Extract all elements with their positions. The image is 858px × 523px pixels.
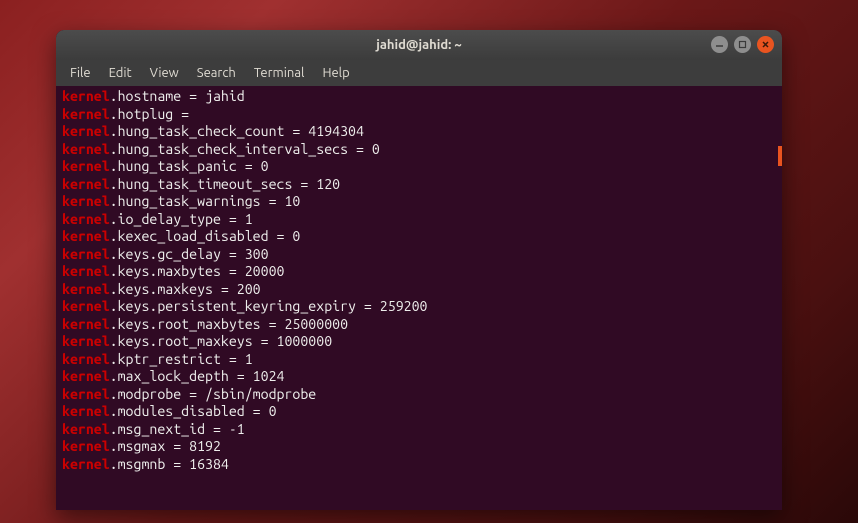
output-line: kernel.keys.maxbytes = 20000 [62, 263, 776, 281]
menu-view[interactable]: View [142, 63, 187, 83]
terminal-output[interactable]: kernel.hostname = jahidkernel.hotplug = … [56, 86, 782, 510]
sysctl-value: .keys.root_maxkeys = 1000000 [110, 333, 332, 349]
sysctl-value: .keys.maxkeys = 200 [110, 281, 261, 297]
menu-terminal[interactable]: Terminal [246, 63, 313, 83]
output-line: kernel.io_delay_type = 1 [62, 211, 776, 229]
sysctl-value: .msg_next_id = -1 [110, 421, 245, 437]
output-line: kernel.kptr_restrict = 1 [62, 351, 776, 369]
sysctl-value: .hostname = jahid [110, 88, 245, 104]
sysctl-value: .modules_disabled = 0 [110, 403, 277, 419]
output-line: kernel.keys.root_maxkeys = 1000000 [62, 333, 776, 351]
output-line: kernel.hung_task_panic = 0 [62, 158, 776, 176]
sysctl-prefix: kernel [62, 351, 110, 367]
close-icon [761, 40, 770, 49]
output-line: kernel.keys.persistent_keyring_expiry = … [62, 298, 776, 316]
sysctl-value: .kptr_restrict = 1 [110, 351, 253, 367]
sysctl-value: .io_delay_type = 1 [110, 211, 253, 227]
sysctl-prefix: kernel [62, 158, 110, 174]
sysctl-value: .hotplug = [110, 106, 197, 122]
output-line: kernel.keys.root_maxbytes = 25000000 [62, 316, 776, 334]
output-line: kernel.modprobe = /sbin/modprobe [62, 386, 776, 404]
sysctl-value: .hung_task_warnings = 10 [110, 193, 301, 209]
sysctl-value: .kexec_load_disabled = 0 [110, 228, 301, 244]
sysctl-value: .msgmnb = 16384 [110, 456, 229, 472]
sysctl-prefix: kernel [62, 263, 110, 279]
sysctl-prefix: kernel [62, 298, 110, 314]
sysctl-prefix: kernel [62, 386, 110, 402]
menu-help[interactable]: Help [314, 63, 357, 83]
menu-search[interactable]: Search [189, 63, 244, 83]
sysctl-prefix: kernel [62, 228, 110, 244]
titlebar: jahid@jahid: ~ [56, 30, 782, 60]
output-line: kernel.keys.gc_delay = 300 [62, 246, 776, 264]
terminal-window: jahid@jahid: ~ File Edit View Search Ter… [56, 30, 782, 510]
sysctl-prefix: kernel [62, 456, 110, 472]
output-line: kernel.hung_task_warnings = 10 [62, 193, 776, 211]
output-line: kernel.hotplug = [62, 106, 776, 124]
output-line: kernel.msg_next_id = -1 [62, 421, 776, 439]
maximize-button[interactable] [734, 36, 751, 53]
minimize-icon [715, 40, 724, 49]
output-line: kernel.msgmax = 8192 [62, 438, 776, 456]
sysctl-prefix: kernel [62, 211, 110, 227]
sysctl-value: .hung_task_check_interval_secs = 0 [110, 141, 380, 157]
sysctl-prefix: kernel [62, 176, 110, 192]
sysctl-prefix: kernel [62, 316, 110, 332]
output-line: kernel.max_lock_depth = 1024 [62, 368, 776, 386]
sysctl-prefix: kernel [62, 246, 110, 262]
sysctl-prefix: kernel [62, 193, 110, 209]
sysctl-value: .keys.persistent_keyring_expiry = 259200 [110, 298, 428, 314]
window-title: jahid@jahid: ~ [376, 38, 462, 52]
sysctl-prefix: kernel [62, 368, 110, 384]
output-line: kernel.kexec_load_disabled = 0 [62, 228, 776, 246]
sysctl-prefix: kernel [62, 106, 110, 122]
menubar: File Edit View Search Terminal Help [56, 60, 782, 86]
sysctl-prefix: kernel [62, 333, 110, 349]
maximize-icon [738, 40, 747, 49]
sysctl-value: .keys.gc_delay = 300 [110, 246, 269, 262]
sysctl-value: .keys.root_maxbytes = 25000000 [110, 316, 348, 332]
output-line: kernel.modules_disabled = 0 [62, 403, 776, 421]
sysctl-prefix: kernel [62, 438, 110, 454]
sysctl-prefix: kernel [62, 403, 110, 419]
menu-edit[interactable]: Edit [101, 63, 140, 83]
output-line: kernel.msgmnb = 16384 [62, 456, 776, 474]
output-line: kernel.hung_task_timeout_secs = 120 [62, 176, 776, 194]
output-line: kernel.hung_task_check_interval_secs = 0 [62, 141, 776, 159]
close-button[interactable] [757, 36, 774, 53]
sysctl-prefix: kernel [62, 123, 110, 139]
output-line: kernel.keys.maxkeys = 200 [62, 281, 776, 299]
sysctl-value: .msgmax = 8192 [110, 438, 221, 454]
sysctl-prefix: kernel [62, 141, 110, 157]
sysctl-value: .hung_task_panic = 0 [110, 158, 269, 174]
window-controls [711, 36, 774, 53]
sysctl-value: .modprobe = /sbin/modprobe [110, 386, 317, 402]
sysctl-value: .hung_task_timeout_secs = 120 [110, 176, 340, 192]
output-line: kernel.hostname = jahid [62, 88, 776, 106]
sysctl-value: .keys.maxbytes = 20000 [110, 263, 285, 279]
sysctl-value: .hung_task_check_count = 4194304 [110, 123, 364, 139]
sysctl-prefix: kernel [62, 421, 110, 437]
sysctl-prefix: kernel [62, 88, 110, 104]
sysctl-prefix: kernel [62, 281, 110, 297]
scrollbar-thumb[interactable] [778, 146, 782, 166]
menu-file[interactable]: File [62, 63, 99, 83]
output-line: kernel.hung_task_check_count = 4194304 [62, 123, 776, 141]
minimize-button[interactable] [711, 36, 728, 53]
sysctl-value: .max_lock_depth = 1024 [110, 368, 285, 384]
